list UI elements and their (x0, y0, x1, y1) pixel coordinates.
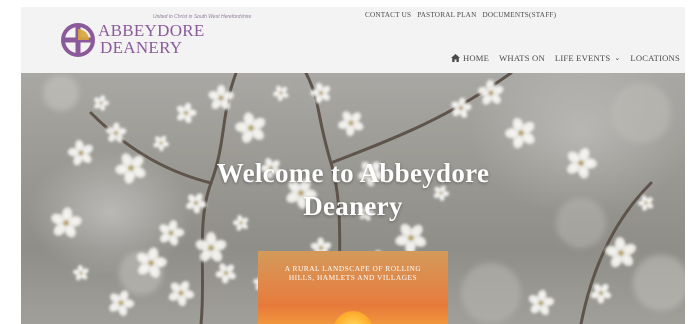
blossom-flower (590, 283, 612, 304)
nav-item-life-events[interactable]: LIFE EVENTS ⌄ (555, 53, 621, 63)
blossom-flower (195, 231, 227, 262)
blossom-flower (215, 263, 237, 284)
hero-banner: Welcome to Abbeydore Deanery A RURAL LAN… (21, 73, 685, 324)
page: United in Christ in South West Herefords… (0, 0, 689, 324)
main-nav: HOME WHATS ON LIFE EVENTS ⌄ LOCATIONS (451, 53, 680, 63)
deanery-logo-icon[interactable] (60, 22, 96, 58)
blossom-flower (272, 85, 289, 102)
blossom-flower (234, 112, 266, 144)
promo-card-line-1: A RURAL LANDSCAPE OF ROLLING (284, 264, 422, 273)
blossom-flower (153, 135, 170, 152)
hero-title-line-2: Deanery (303, 191, 403, 221)
hero-title: Welcome to Abbeydore Deanery (21, 157, 685, 223)
hero-title-line-1: Welcome to Abbeydore (216, 158, 490, 188)
nav-item-home[interactable]: HOME (451, 53, 489, 63)
blossom-flower (109, 290, 135, 317)
blossom-flower (176, 102, 197, 124)
logo-line-2: DEANERY (100, 38, 183, 57)
blossom-flower (72, 264, 89, 281)
top-menu-documents-staff[interactable]: DOCUMENTS(STAFF) (482, 11, 556, 19)
home-icon (451, 54, 460, 62)
nav-item-whats-on[interactable]: WHATS ON (499, 53, 545, 63)
top-menu-contact-us[interactable]: CONTACT US (365, 11, 411, 19)
blossom-flower (337, 110, 364, 137)
nav-item-locations[interactable]: LOCATIONS (630, 53, 680, 63)
blossom-flower (504, 117, 536, 149)
blossom-flower (310, 82, 331, 104)
site-tagline: United in Christ in South West Herefords… (153, 14, 252, 20)
top-menu-pastoral-plan[interactable]: PASTORAL PLAN (417, 11, 476, 19)
blossom-flower (395, 223, 427, 255)
sunset-image (333, 311, 373, 324)
logo-line-1: ABBEYDORE (98, 21, 205, 40)
blossom-flower (159, 219, 185, 246)
site-logo-text[interactable]: ABBEYDORE DEANERY (98, 22, 205, 56)
top-menu: CONTACT US PASTORAL PLAN DOCUMENTS(STAFF… (365, 11, 556, 19)
nav-item-home-label: HOME (463, 53, 490, 63)
promo-card-text: A RURAL LANDSCAPE OF ROLLING HILLS, HAML… (258, 264, 448, 282)
blossom-flower (93, 94, 110, 112)
rural-landscape-promo-card[interactable]: A RURAL LANDSCAPE OF ROLLING HILLS, HAML… (258, 251, 448, 324)
nav-item-life-events-label: LIFE EVENTS (554, 53, 611, 63)
blossom-flower (528, 289, 555, 316)
chevron-down-icon: ⌄ (614, 54, 621, 62)
blossom-flower (168, 280, 195, 307)
blossom-flower (477, 79, 504, 105)
promo-card-line-2: HILLS, HAMLETS AND VILLAGES (288, 273, 418, 282)
